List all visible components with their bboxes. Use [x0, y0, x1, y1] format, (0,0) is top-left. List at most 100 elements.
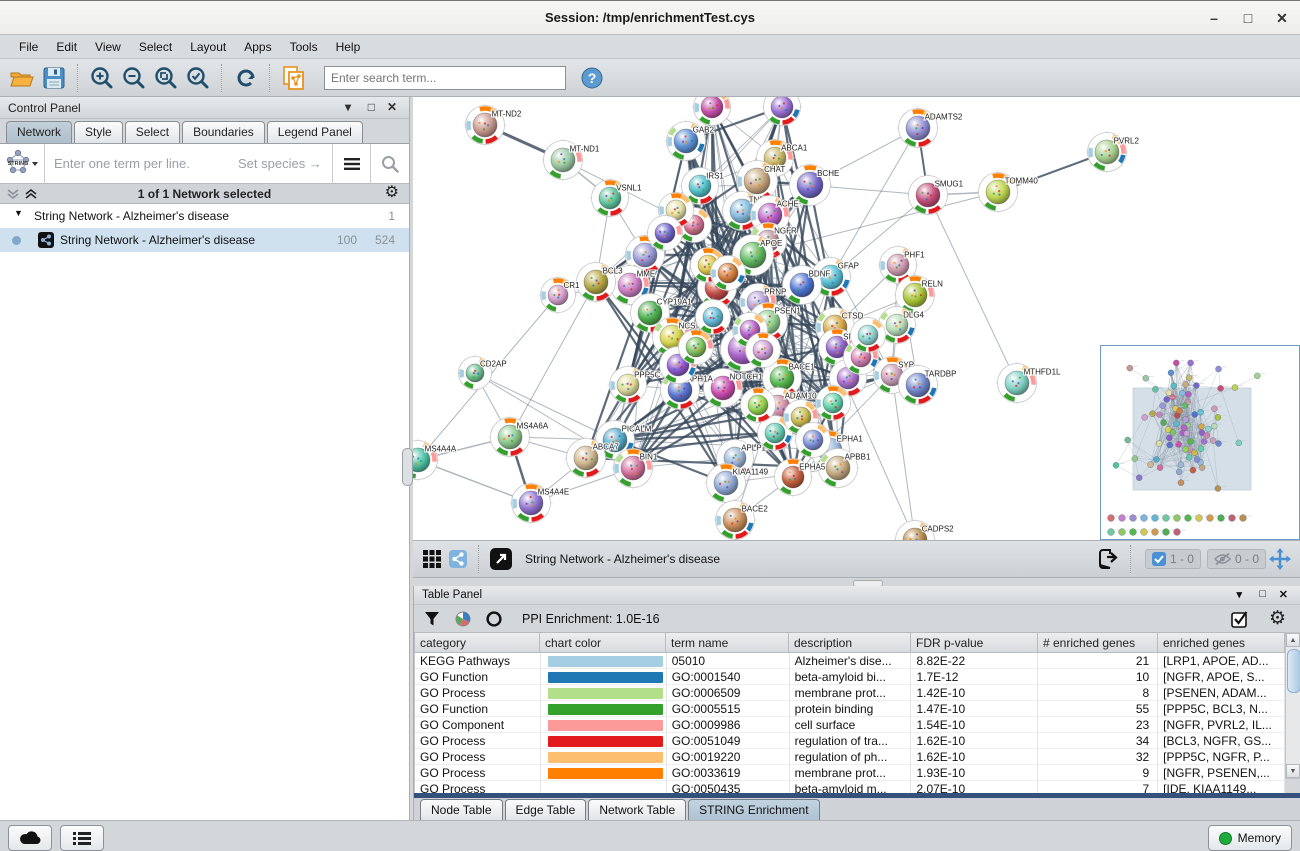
chart-color-cell[interactable] [541, 733, 667, 749]
zoom-in-button[interactable] [86, 62, 118, 94]
hidden-counter[interactable]: 0 - 0 [1207, 549, 1266, 569]
network-view-mode-button[interactable] [445, 546, 471, 572]
table-cell[interactable]: GO Process [415, 733, 541, 749]
table-cell[interactable]: GO:0033619 [667, 765, 790, 781]
network-node[interactable]: MTHFD1L [996, 362, 1062, 405]
menu-edit[interactable]: Edit [47, 38, 86, 56]
network-node[interactable]: CADPS2 [894, 519, 955, 541]
network-node[interactable]: MT-ND2 [464, 104, 522, 147]
memory-button[interactable]: Memory [1208, 825, 1292, 851]
network-node[interactable]: MS4A6A [489, 416, 549, 459]
network-node[interactable]: TARDBP [897, 364, 957, 407]
network-node[interactable]: CD2AP [457, 355, 507, 392]
table-cell[interactable]: beta-amyloid bi... [790, 669, 912, 685]
table-settings-gear-icon[interactable]: ⚙ [1269, 611, 1286, 627]
table-cell[interactable]: GO Function [415, 669, 541, 685]
menu-tools[interactable]: Tools [281, 38, 327, 56]
table-cell[interactable]: 55 [1038, 701, 1158, 717]
table-cell[interactable]: 1.62E-10 [911, 733, 1038, 749]
query-search-button[interactable] [370, 144, 409, 184]
float-panel-icon[interactable]: □ [1259, 588, 1266, 600]
table-row[interactable]: KEGG Pathways05010Alzheimer's dise...8.8… [415, 653, 1285, 669]
float-panel-icon[interactable]: □ [368, 100, 375, 114]
network-node[interactable]: TOMM40 [977, 171, 1039, 214]
table-cell[interactable]: 1.7E-12 [911, 669, 1038, 685]
scroll-down-arrow[interactable]: ▼ [1286, 764, 1300, 778]
chart-color-cell[interactable] [541, 685, 667, 701]
menu-layout[interactable]: Layout [181, 38, 235, 56]
table-cell[interactable]: regulation of ph... [790, 749, 912, 765]
table-cell[interactable]: GO:0051049 [667, 733, 790, 749]
table-row[interactable]: GO Function GO:0001540beta-amyloid bi...1… [415, 669, 1285, 685]
network-node[interactable]: ADAMTS2 [897, 107, 963, 150]
network-from-file-button[interactable] [278, 62, 310, 94]
table-cell[interactable]: [NGFR, PSENEN,... [1158, 765, 1285, 781]
grid-view-button[interactable] [419, 546, 445, 572]
chart-color-cell[interactable] [541, 765, 667, 781]
minimize-button[interactable]: – [1202, 7, 1226, 29]
task-history-button[interactable] [60, 825, 104, 851]
table-cell[interactable]: [LRP1, APOE, AD... [1158, 653, 1285, 669]
table-vertical-scrollbar[interactable]: ▲ ▼ [1285, 632, 1300, 779]
table-cell[interactable]: GO:0001540 [667, 669, 790, 685]
horizontal-splitter[interactable] [413, 578, 1300, 586]
network-row-selected[interactable]: String Network - Alzheimer's disease 100… [0, 228, 409, 252]
table-cell[interactable]: 8.82E-22 [911, 653, 1038, 669]
tab-network[interactable]: Network [6, 121, 72, 143]
table-cell[interactable]: 32 [1038, 749, 1158, 765]
table-cell[interactable]: 23 [1038, 717, 1158, 733]
tab-network-table[interactable]: Network Table [588, 799, 686, 820]
network-node[interactable]: KIAA1149 [705, 462, 769, 505]
table-cell[interactable]: [PPP5C, NGFR, P... [1158, 749, 1285, 765]
table-row[interactable]: GO ProcessGO:0033619membrane prot...1.93… [415, 765, 1285, 781]
open-session-button[interactable] [6, 62, 38, 94]
export-network-button[interactable] [1093, 544, 1123, 574]
table-cell[interactable]: protein binding [790, 701, 912, 717]
table-cell[interactable]: [NGFR, APOE, S... [1158, 669, 1285, 685]
menu-file[interactable]: File [10, 38, 47, 56]
table-cell[interactable]: GO Process [415, 765, 541, 781]
network-node[interactable]: GAB2 [665, 120, 715, 163]
enrichment-donut-icon[interactable] [454, 610, 472, 628]
table-row[interactable]: GO FunctionGO:0005515protein binding1.47… [415, 701, 1285, 717]
network-node[interactable]: SMUG1 [907, 174, 964, 217]
tree-expand-icon[interactable]: ▼ [14, 208, 23, 218]
save-session-button[interactable] [38, 62, 70, 94]
chart-color-cell[interactable] [541, 749, 667, 765]
string-protein-query-selector[interactable]: STRING [0, 144, 45, 184]
panel-menu-icon[interactable]: ▾ [345, 100, 351, 114]
select-all-checkbox-icon[interactable] [1231, 610, 1249, 628]
table-cell[interactable]: [PPP5C, BCL3, N... [1158, 701, 1285, 717]
panel-menu-icon[interactable]: ▾ [1236, 588, 1242, 601]
column-header-description[interactable]: description [789, 632, 911, 653]
network-node[interactable]: MT-ND1 [542, 139, 600, 182]
table-row[interactable]: GO ComponentGO:0009986cell surface1.54E-… [415, 717, 1285, 733]
table-row[interactable]: GO ProcessGO:0006509membrane prot...1.42… [415, 685, 1285, 701]
table-row[interactable]: GO ProcessGO:0051049regulation of tra...… [415, 733, 1285, 749]
tab-string-enrichment[interactable]: STRING Enrichment [688, 799, 819, 820]
table-cell[interactable]: GO:0019220 [667, 749, 790, 765]
ring-chart-icon[interactable] [486, 611, 502, 627]
network-node[interactable]: PVRL2 [1086, 131, 1140, 174]
tab-legend-panel[interactable]: Legend Panel [267, 121, 363, 143]
network-node[interactable]: MS4A4E [510, 482, 570, 525]
table-cell[interactable]: 1.54E-10 [911, 717, 1038, 733]
menu-view[interactable]: View [86, 38, 130, 56]
menu-select[interactable]: Select [130, 38, 181, 56]
column-header-chart-color[interactable]: chart color [540, 632, 666, 653]
column-header-category[interactable]: category [414, 632, 540, 653]
tab-style[interactable]: Style [74, 121, 123, 143]
menu-apps[interactable]: Apps [235, 38, 280, 56]
table-cell[interactable]: 9 [1038, 765, 1158, 781]
tab-edge-table[interactable]: Edge Table [505, 799, 587, 820]
table-cell[interactable]: GO:0006509 [667, 685, 790, 701]
query-options-button[interactable] [332, 144, 371, 184]
close-panel-icon[interactable]: ✕ [1279, 588, 1288, 601]
zoom-selected-button[interactable] [182, 62, 214, 94]
chart-color-cell[interactable] [541, 653, 667, 669]
column-header--enriched-genes[interactable]: # enriched genes [1038, 632, 1158, 653]
scroll-up-arrow[interactable]: ▲ [1286, 633, 1300, 647]
table-cell[interactable]: membrane prot... [790, 685, 912, 701]
table-cell[interactable]: 1.62E-10 [911, 749, 1038, 765]
birds-eye-view[interactable] [1100, 345, 1300, 540]
